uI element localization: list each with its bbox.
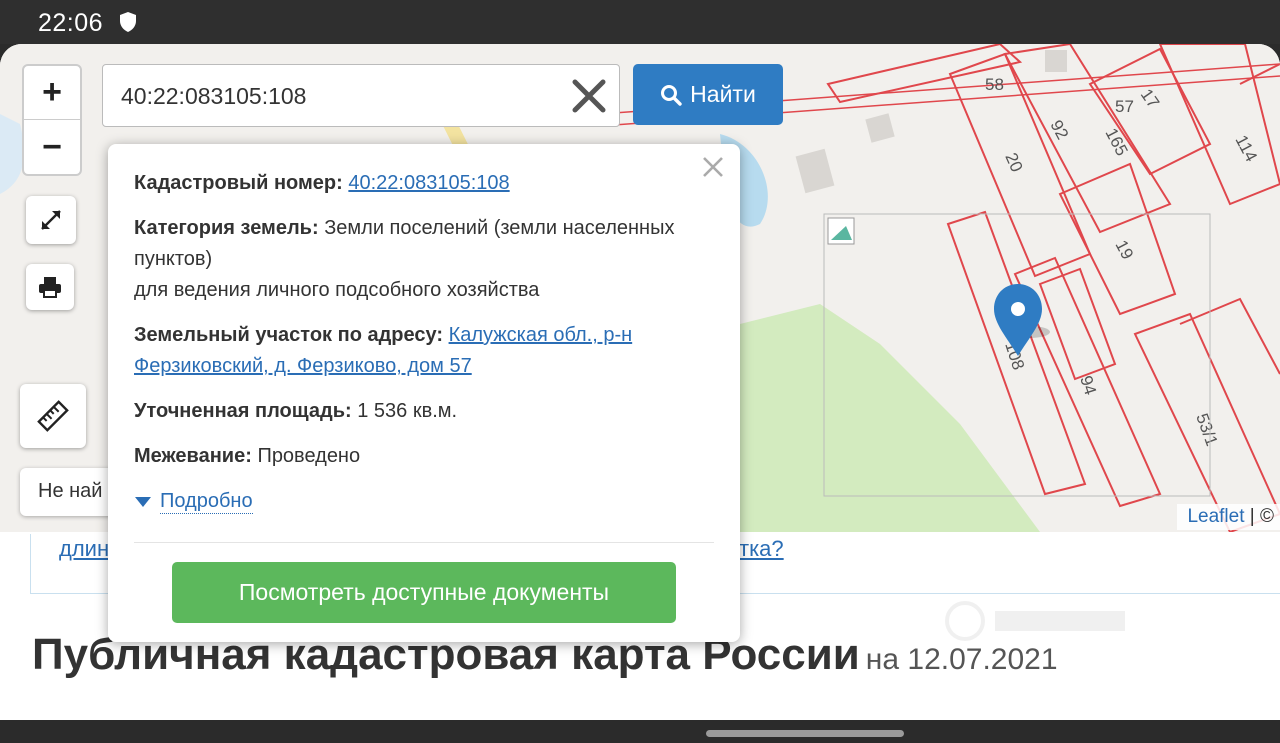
status-time: 22:06: [38, 9, 104, 37]
survey-label: Межевание:: [134, 445, 252, 467]
area-value: 1 536 кв.м.: [357, 400, 458, 422]
address-row: Земельный участок по адресу: Калужская о…: [134, 320, 694, 382]
fullscreen-icon: [41, 210, 61, 230]
system-nav-bar: [0, 720, 1280, 743]
land-usage-value: для ведения личного подсобного хозяйства: [134, 279, 540, 301]
print-icon: [39, 277, 61, 298]
info-link[interactable]: длин: [59, 536, 109, 562]
find-button[interactable]: Найти: [633, 64, 783, 125]
info-link[interactable]: тка?: [739, 536, 784, 562]
attribution-separator: | ©: [1249, 506, 1274, 527]
zoom-out-button[interactable]: −: [24, 120, 80, 174]
view-documents-button[interactable]: Посмотреть доступные документы: [172, 562, 676, 623]
leaflet-link[interactable]: Leaflet: [1187, 506, 1244, 527]
cadastral-number-label: Кадастровый номер:: [134, 172, 343, 194]
app-screen: 58 57 17 92 165 114 20 19 108 94 53/1 + …: [0, 44, 1280, 720]
clear-search-icon[interactable]: [571, 78, 607, 114]
details-toggle-label: Подробно: [160, 490, 253, 514]
address-label: Земельный участок по адресу:: [134, 324, 444, 346]
divider: [134, 542, 714, 543]
search-input[interactable]: [121, 79, 561, 113]
land-category-row: Категория земель: Земли поселений (земли…: [134, 213, 694, 306]
status-bar: 22:06: [0, 0, 1280, 44]
close-icon[interactable]: [700, 154, 726, 180]
home-gesture-handle[interactable]: [706, 730, 904, 737]
zoom-in-button[interactable]: +: [24, 66, 80, 120]
parcel-number: 58: [985, 75, 1004, 94]
search-box: [102, 64, 620, 127]
caret-down-icon: [135, 496, 151, 507]
fullscreen-button[interactable]: [26, 196, 76, 244]
find-button-label: Найти: [690, 81, 756, 107]
survey-value: Проведено: [257, 445, 361, 467]
ruler-icon: [37, 400, 69, 432]
ruler-button[interactable]: [20, 384, 86, 448]
print-button[interactable]: [26, 264, 74, 310]
survey-row: Межевание: Проведено: [134, 441, 694, 472]
page-date: на 12.07.2021: [865, 643, 1058, 676]
details-toggle[interactable]: Подробно: [134, 489, 253, 514]
area-row: Уточненная площадь: 1 536 кв.м.: [134, 396, 694, 427]
shield-icon: [120, 12, 136, 32]
zoom-control: + −: [22, 64, 82, 176]
parcel-info-popup: Кадастровый номер: 40:22:083105:108 Кате…: [108, 144, 740, 642]
parcel-number: 57: [1115, 97, 1134, 116]
popup-body: Кадастровый номер: 40:22:083105:108 Кате…: [134, 168, 694, 486]
area-label: Уточненная площадь:: [134, 400, 352, 422]
land-category-label: Категория земель:: [134, 217, 319, 239]
cadastral-number-link[interactable]: 40:22:083105:108: [348, 172, 509, 194]
search-icon: [661, 84, 682, 106]
cadastral-number-row: Кадастровый номер: 40:22:083105:108: [134, 168, 694, 199]
map-attribution: Leaflet | ©: [1177, 504, 1280, 530]
